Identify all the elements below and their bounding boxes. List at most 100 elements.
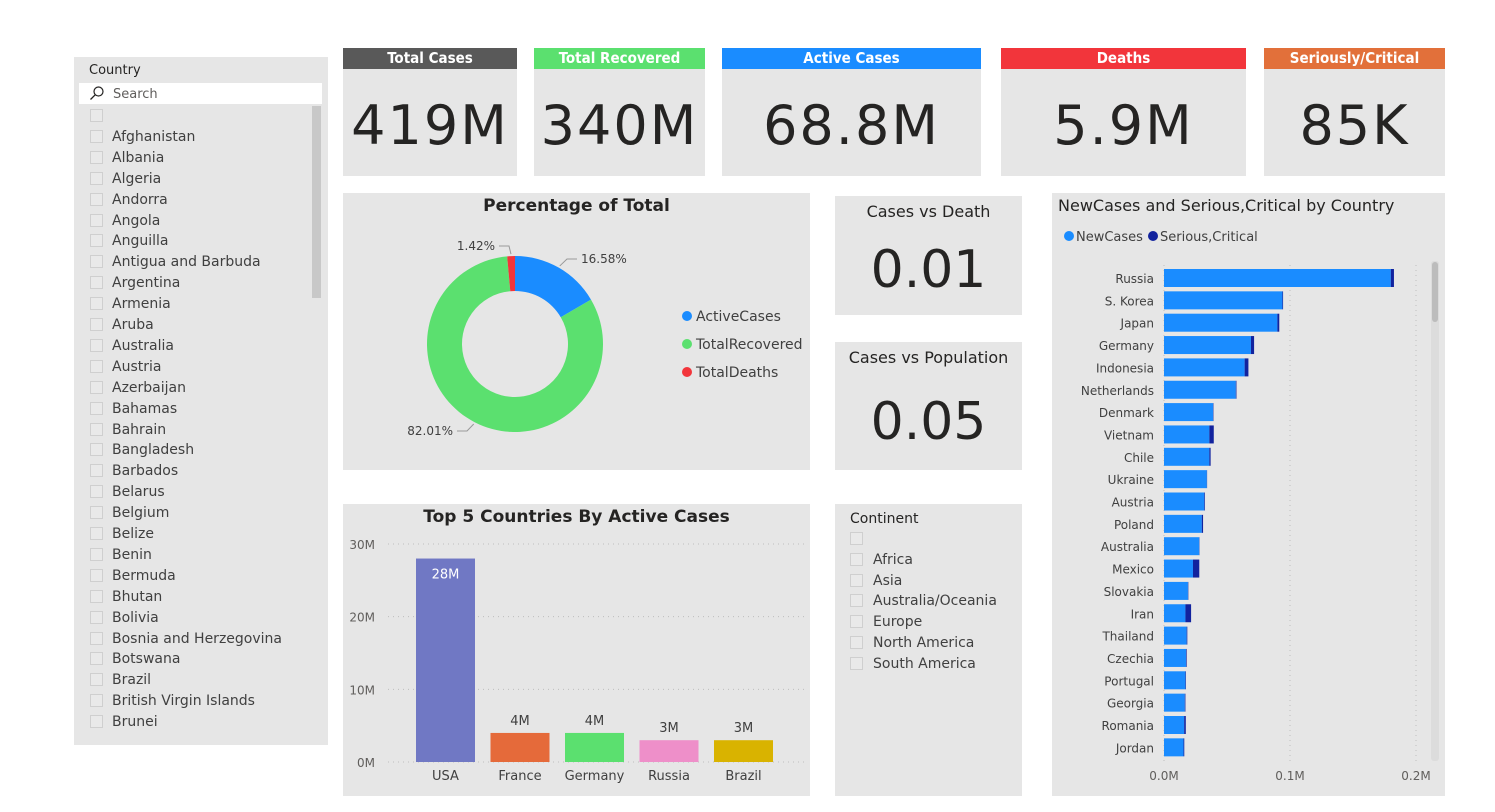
checkbox[interactable] — [90, 506, 103, 520]
country-item[interactable]: Bangladesh — [74, 440, 314, 460]
checkbox[interactable] — [90, 464, 103, 478]
checkbox[interactable] — [850, 615, 863, 629]
checkbox[interactable] — [850, 573, 863, 587]
checkbox[interactable] — [90, 380, 103, 394]
continent-item-label: Asia — [873, 572, 903, 589]
continent-item[interactable]: Asia — [835, 571, 1015, 591]
country-item[interactable]: Austria — [74, 357, 314, 377]
country-item[interactable]: Aruba — [74, 315, 314, 335]
checkbox[interactable] — [90, 171, 103, 185]
country-item[interactable]: Algeria — [74, 169, 314, 189]
country-item[interactable]: Bolivia — [74, 608, 314, 628]
cases-vs-population-title: Cases vs Population — [848, 348, 1009, 367]
checkbox[interactable] — [90, 192, 103, 206]
country-item-label: Azerbaijan — [112, 379, 186, 396]
checkbox[interactable] — [90, 485, 103, 499]
checkbox[interactable] — [850, 552, 863, 566]
country-scrollbar[interactable] — [312, 106, 321, 298]
legend-marker — [682, 367, 692, 377]
country-item[interactable]: Azerbaijan — [74, 378, 314, 398]
hbar-newcases — [1164, 425, 1210, 444]
cases-vs-population-value: 0.05 — [870, 392, 987, 452]
checkbox[interactable] — [90, 318, 103, 331]
country-item[interactable]: Antigua and Barbuda — [74, 252, 314, 272]
hbar-serious-critical — [1186, 648, 1187, 667]
country-item[interactable]: Albania — [74, 148, 314, 168]
checkbox[interactable] — [850, 656, 863, 670]
country-item[interactable]: Belize — [74, 524, 314, 544]
continent-item[interactable] — [835, 529, 1015, 549]
continent-item[interactable]: South America — [835, 654, 1015, 674]
checkbox[interactable] — [90, 589, 103, 603]
search-input[interactable]: Search — [79, 83, 322, 104]
y-tick-label: Chile — [1124, 451, 1154, 465]
checkbox[interactable] — [90, 276, 103, 290]
country-item[interactable]: Angola — [74, 211, 314, 231]
country-item[interactable]: Belgium — [74, 503, 314, 523]
checkbox[interactable] — [850, 636, 863, 649]
checkbox[interactable] — [90, 443, 103, 457]
country-item[interactable]: Botswana — [74, 649, 314, 669]
country-item-label: Bolivia — [112, 609, 159, 626]
checkbox[interactable] — [90, 150, 103, 164]
checkbox[interactable] — [90, 213, 103, 227]
country-item[interactable]: Brazil — [74, 670, 314, 690]
country-item[interactable]: Bahrain — [74, 420, 314, 440]
bar-data-label: 4M — [510, 714, 530, 729]
continent-item[interactable]: North America — [835, 633, 1015, 653]
country-item[interactable]: Andorra — [74, 190, 314, 210]
checkbox[interactable] — [90, 527, 103, 540]
country-item[interactable]: Australia — [74, 336, 314, 356]
country-item[interactable]: Barbados — [74, 461, 314, 481]
country-item-label: Barbados — [112, 463, 179, 480]
country-item[interactable]: British Virgin Islands — [74, 691, 314, 711]
continent-item[interactable]: Australia/Oceania — [835, 591, 1015, 611]
checkbox[interactable] — [90, 338, 103, 352]
hbar-chart-title: NewCases and Serious,Critical by Country — [1058, 196, 1394, 215]
checkbox[interactable] — [850, 594, 863, 608]
country-item[interactable]: Benin — [74, 545, 314, 565]
hbar-newcases — [1164, 693, 1185, 712]
country-item-label: Brazil — [112, 672, 152, 689]
checkbox[interactable] — [90, 297, 103, 311]
legend-label: TotalRecovered — [695, 337, 803, 353]
checkbox[interactable] — [90, 610, 103, 624]
donut-leader-line — [559, 258, 577, 267]
checkbox[interactable] — [90, 673, 103, 687]
country-item[interactable] — [74, 106, 314, 126]
checkbox[interactable] — [90, 109, 103, 122]
country-item[interactable]: Bhutan — [74, 587, 314, 607]
country-item[interactable]: Afghanistan — [74, 127, 314, 147]
country-item[interactable]: Belarus — [74, 482, 314, 502]
country-item[interactable]: Armenia — [74, 294, 314, 314]
country-item[interactable]: Anguilla — [74, 231, 314, 251]
checkbox[interactable] — [90, 234, 103, 248]
country-item[interactable]: Bermuda — [74, 566, 314, 586]
hbar-scrollbar-thumb[interactable] — [1432, 262, 1438, 322]
checkbox[interactable] — [90, 694, 103, 708]
country-item[interactable]: Brunei — [74, 712, 314, 732]
continent-item-label: Australia/Oceania — [873, 593, 997, 610]
x-tick-label: Brazil — [725, 769, 761, 784]
checkbox[interactable] — [850, 532, 863, 545]
checkbox[interactable] — [90, 401, 103, 415]
checkbox[interactable] — [90, 359, 103, 373]
checkbox[interactable] — [90, 129, 103, 143]
country-slicer: Country Search Afghanistan Albania Algeria… — [74, 57, 328, 745]
country-item[interactable]: Bahamas — [74, 399, 314, 419]
continent-item[interactable]: Africa — [835, 550, 1015, 570]
country-item-label: Bermuda — [112, 567, 176, 584]
checkbox[interactable] — [90, 547, 103, 561]
checkbox[interactable] — [90, 255, 103, 269]
continent-item[interactable]: Europe — [835, 612, 1015, 632]
country-item[interactable]: Bosnia and Herzegovina — [74, 629, 314, 649]
cases-vs-death-value: 0.01 — [870, 240, 987, 300]
checkbox[interactable] — [90, 422, 103, 436]
country-item[interactable]: Argentina — [74, 273, 314, 293]
checkbox[interactable] — [90, 631, 103, 645]
x-tick-label: Russia — [648, 769, 690, 784]
checkbox[interactable] — [90, 715, 103, 729]
checkbox[interactable] — [90, 568, 103, 582]
hbar-serious-critical — [1209, 447, 1211, 466]
checkbox[interactable] — [90, 652, 103, 666]
